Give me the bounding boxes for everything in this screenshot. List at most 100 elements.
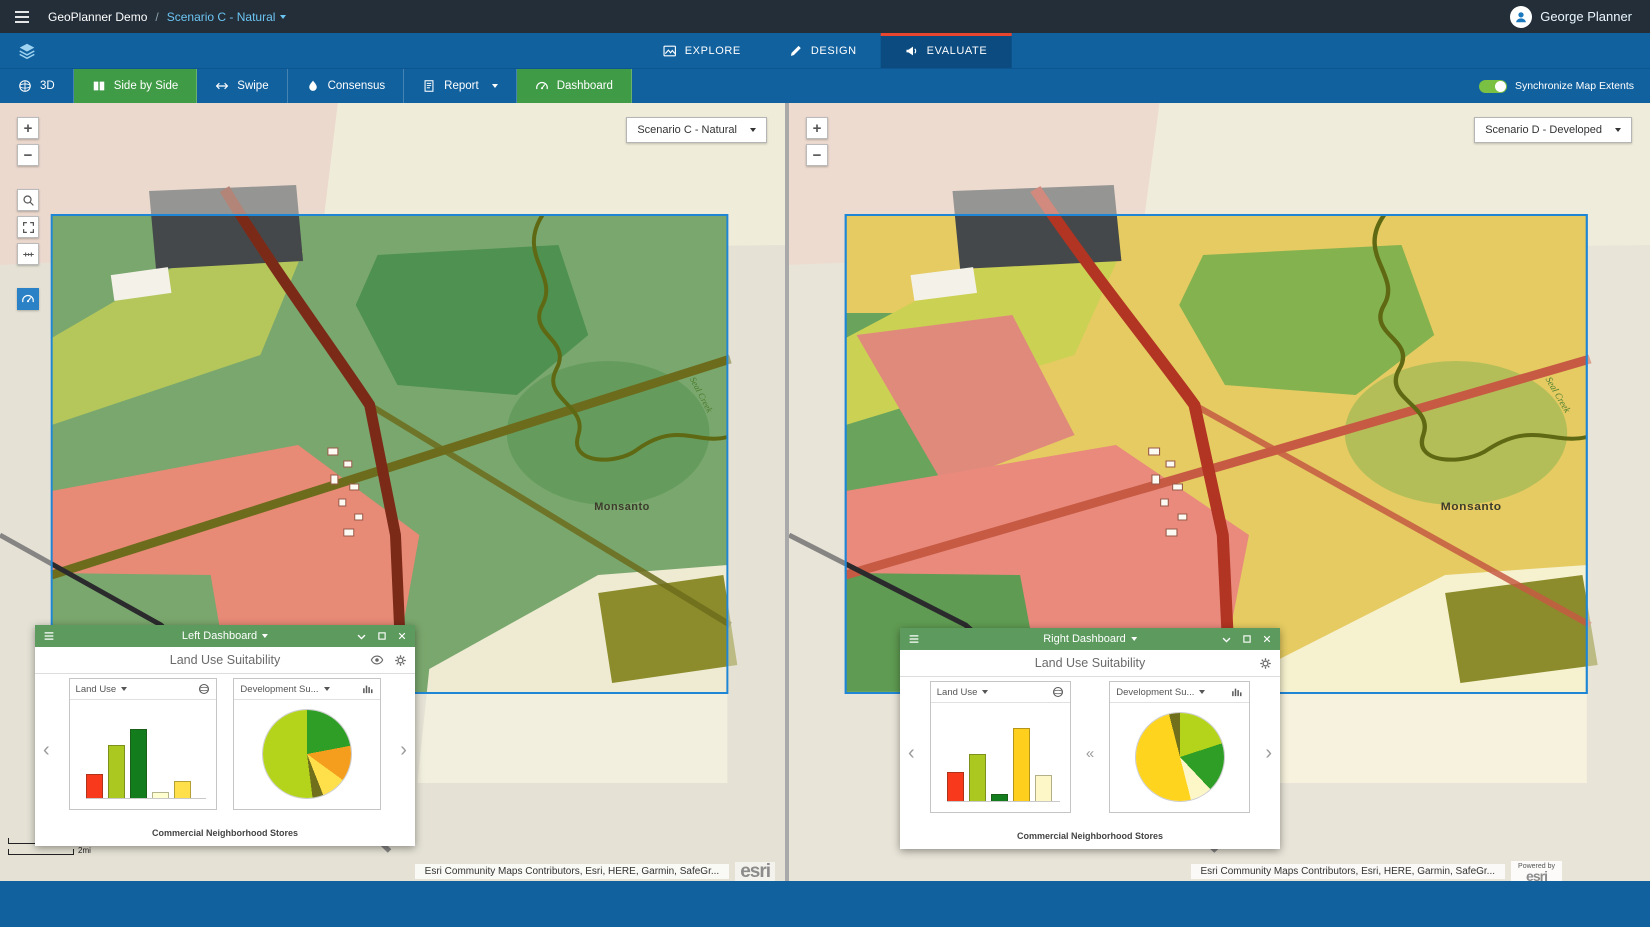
toggle-switch: [1479, 80, 1507, 93]
zoom-in-button[interactable]: +: [17, 117, 39, 139]
tool-dashboard-label: Dashboard: [557, 80, 613, 92]
right-dashboard-window[interactable]: Right Dashboard Land Use Suitability: [900, 628, 1280, 849]
next-chart-button[interactable]: ›: [398, 740, 409, 760]
maximize-icon[interactable]: [377, 631, 387, 641]
scenario-breadcrumb-label: Scenario C - Natural: [167, 10, 276, 24]
development-chart-label: Development Su...: [1116, 687, 1194, 698]
land-use-chart-select[interactable]: Land Use: [931, 682, 1070, 703]
development-chart-select[interactable]: Development Su...: [234, 679, 380, 700]
left-map-controls: + −: [17, 117, 39, 315]
search-icon: [22, 194, 35, 207]
left-dashboard-subtitle: Land Use Suitability: [170, 653, 280, 667]
consensus-icon: [306, 79, 320, 93]
user-avatar-icon: [1510, 6, 1532, 28]
land-use-bar-chart: [947, 715, 1060, 802]
left-scenario-select-label: Scenario C - Natural: [637, 124, 737, 136]
chevron-down-icon: [121, 687, 127, 691]
report-icon: [422, 79, 436, 93]
next-chart-button[interactable]: ›: [1263, 743, 1274, 763]
bar-chart-icon[interactable]: [362, 683, 374, 695]
tool-dashboard[interactable]: Dashboard: [517, 69, 632, 103]
development-chart-select[interactable]: Development Su...: [1110, 682, 1249, 703]
left-dashboard-title[interactable]: Left Dashboard: [182, 630, 268, 642]
dashboard-menu-icon[interactable]: [43, 631, 55, 641]
side-by-side-icon: [92, 79, 106, 93]
close-icon[interactable]: [1262, 634, 1272, 644]
mode-tabs: EXPLORE DESIGN EVALUATE: [639, 33, 1012, 68]
chevron-down-icon: [982, 690, 988, 694]
map-comparison-area: Monsanto Seal Creek Scenario C - Natural…: [0, 103, 1650, 881]
left-dashboard-header[interactable]: Left Dashboard: [35, 625, 415, 647]
dashboard-toggle-button[interactable]: [17, 288, 39, 310]
zoom-out-button[interactable]: −: [806, 144, 828, 166]
right-dashboard-title[interactable]: Right Dashboard: [1043, 633, 1137, 645]
globe-icon[interactable]: [1052, 686, 1064, 698]
land-use-bar-chart: [86, 712, 206, 799]
dashboard-icon: [535, 79, 549, 93]
chevron-down-icon: [492, 84, 498, 88]
tab-design-label: DESIGN: [811, 45, 857, 57]
chevron-down-icon: [750, 128, 756, 132]
minimize-icon[interactable]: [1221, 634, 1232, 645]
settings-gear-icon[interactable]: [394, 654, 407, 667]
tool-report[interactable]: Report: [404, 69, 517, 103]
zoom-out-button[interactable]: −: [17, 144, 39, 166]
settings-gear-icon[interactable]: [1259, 657, 1272, 670]
scenario-breadcrumb[interactable]: Scenario C - Natural: [167, 10, 287, 24]
development-pie-chart: [263, 710, 351, 798]
tab-explore[interactable]: EXPLORE: [639, 33, 765, 68]
land-use-chart-label: Land Use: [76, 684, 117, 695]
tool-consensus-label: Consensus: [328, 80, 386, 92]
prev-chart-button[interactable]: ‹: [906, 743, 917, 763]
bar-chart-icon[interactable]: [1231, 686, 1243, 698]
left-dashboard-subheader: Land Use Suitability: [35, 647, 415, 674]
primary-nav: EXPLORE DESIGN EVALUATE: [0, 33, 1650, 68]
right-dashboard-header[interactable]: Right Dashboard: [900, 628, 1280, 650]
tool-3d[interactable]: 3D: [0, 69, 74, 103]
development-chart-label: Development Su...: [240, 684, 318, 695]
menu-icon[interactable]: [12, 8, 36, 26]
user-menu[interactable]: George Planner: [1510, 6, 1632, 28]
evaluate-toolbar: 3D Side by Side Swipe Consensus Report D…: [0, 68, 1650, 103]
chevron-down-icon: [262, 634, 268, 638]
close-icon[interactable]: [397, 631, 407, 641]
tool-report-label: Report: [444, 80, 479, 92]
swipe-icon: [215, 79, 229, 93]
user-name: George Planner: [1540, 9, 1632, 24]
left-scenario-select[interactable]: Scenario C - Natural: [626, 117, 767, 143]
right-dashboard-subtitle: Land Use Suitability: [1035, 656, 1145, 670]
dashboard-menu-icon[interactable]: [908, 634, 920, 644]
tool-side-by-side-label: Side by Side: [114, 80, 179, 92]
layers-icon[interactable]: [10, 33, 44, 68]
app-root: GeoPlanner Demo / Scenario C - Natural G…: [0, 0, 1650, 927]
measure-icon: [22, 248, 35, 261]
search-button[interactable]: [17, 189, 39, 211]
land-use-chart-card: Land Use: [930, 681, 1071, 813]
measure-button[interactable]: [17, 243, 39, 265]
prev-chart-button[interactable]: ‹: [41, 740, 52, 760]
tool-swipe-label: Swipe: [237, 80, 268, 92]
tool-consensus[interactable]: Consensus: [288, 69, 405, 103]
maximize-icon[interactable]: [1242, 634, 1252, 644]
tool-swipe[interactable]: Swipe: [197, 69, 287, 103]
full-extent-button[interactable]: [17, 216, 39, 238]
right-scenario-select-label: Scenario D - Developed: [1485, 124, 1602, 136]
tool-side-by-side[interactable]: Side by Side: [74, 69, 198, 103]
right-scenario-select[interactable]: Scenario D - Developed: [1474, 117, 1632, 143]
globe-icon[interactable]: [198, 683, 210, 695]
collapse-cards-button[interactable]: «: [1084, 746, 1096, 761]
sync-extents-toggle[interactable]: Synchronize Map Extents: [1479, 69, 1650, 103]
land-use-chart-select[interactable]: Land Use: [70, 679, 216, 700]
minimize-icon[interactable]: [356, 631, 367, 642]
tab-evaluate[interactable]: EVALUATE: [881, 33, 1012, 68]
left-dashboard-window[interactable]: Left Dashboard Land Use Suitability: [35, 625, 415, 846]
left-dashboard-charts: ‹ Land Use Development Su...: [35, 674, 415, 822]
map-label-monsanto: Monsanto: [1441, 501, 1502, 512]
chart-caption: Commercial Neighborhood Stores: [900, 825, 1280, 849]
zoom-in-button[interactable]: +: [806, 117, 828, 139]
tab-design[interactable]: DESIGN: [765, 33, 881, 68]
explore-icon: [663, 44, 677, 58]
right-dashboard-title-label: Right Dashboard: [1043, 633, 1126, 645]
visibility-icon[interactable]: [370, 653, 384, 667]
right-map-controls: + −: [806, 117, 828, 171]
